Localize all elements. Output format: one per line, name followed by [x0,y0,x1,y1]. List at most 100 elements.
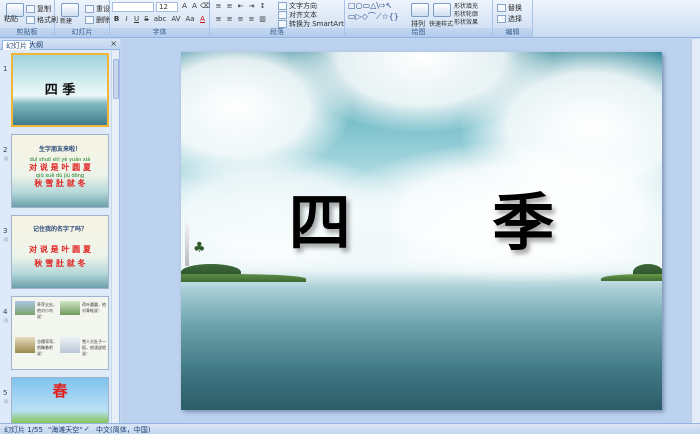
slide-editor: ♣ 四 季 [121,39,700,423]
slide-thumbnail-3[interactable]: 记住我的名字了吗？ 对 说 是 叶 圆 夏 秋 雪 肚 就 冬 [11,215,109,289]
slide-number: 3 [3,227,8,235]
quick-styles-icon[interactable] [433,3,451,17]
slide-number: 4 [3,308,8,316]
slide-thumbnail-1[interactable]: 四 季 [11,53,109,127]
spellcheck-icon[interactable]: ✓ [84,425,90,433]
slides-pane: 幻灯片 大纲 × 1 四 季 2 ☼ 生字朋友来啦！ duì shuō shì … [0,39,120,423]
slide-counter: 幻灯片 1/55 [4,426,43,434]
animation-icon: ☼ [3,236,10,244]
font-size-select[interactable]: 12 [156,2,178,12]
align-text-icon [278,11,287,19]
thumbnail-caption: 草芽尖尖，他对小鸟说： [37,302,57,319]
shapes-gallery[interactable]: □○▭△\⇨↖ [348,1,392,10]
scroll-thumb[interactable] [113,59,119,99]
editor-scrollbar[interactable] [691,39,700,423]
select-button[interactable]: 选择 [497,14,522,24]
slides-group-label: 幻灯片 [55,28,109,37]
quick-styles-button[interactable]: 快速样式 [429,19,453,28]
shapes-gallery-row2[interactable]: ▭▷◇⌒⟋☆{} [348,11,399,22]
reset-button[interactable]: 重设 [85,4,110,14]
thumbnail-title: 春 [52,382,68,400]
thumbnail-picture [15,301,35,315]
text-direction-icon [278,2,287,10]
shrink-font-icon[interactable]: A [190,2,199,11]
slide-thumbnail-5[interactable]: 春 [11,377,109,423]
align-center-icon[interactable]: ≡ [225,15,234,24]
arrange-icon[interactable] [411,3,429,17]
slide-title[interactable]: 四 季 [181,172,662,262]
close-icon[interactable]: × [110,39,117,48]
thumbnail-scrollbar[interactable] [111,51,119,423]
slide-thumbnail-4[interactable]: 草芽尖尖，他对小鸟说： 荷叶圆圆，他对青蛙说： 谷穗弯弯，他鞠着躬说： 雪人大肚… [11,296,109,370]
slides-group: 新建 重设 删除 幻灯片 [55,0,110,38]
editing-group-label: 编辑 [493,28,532,37]
new-slide-button[interactable]: 新建 [60,16,72,25]
ribbon: 粘贴 复制 格式刷 剪贴板 新建 重设 删除 幻灯片 12 A A ⌫ B I … [0,0,700,38]
char-spacing-button[interactable]: AV [170,15,182,24]
theme-name: "海滩天空" [48,426,83,434]
hanzi-row-1: 对 说 是 叶 圆 夏 [29,162,91,172]
slide-number: 2 [3,146,8,154]
justify-icon[interactable]: ≡ [247,15,256,24]
slide-number: 1 [3,65,8,73]
replace-button[interactable]: 替换 [497,3,522,13]
strikethrough-button[interactable]: S [142,15,151,24]
shore-right [601,274,662,281]
slide-canvas[interactable]: ♣ 四 季 [181,52,662,410]
drawing-group: □○▭△\⇨↖ ▭▷◇⌒⟋☆{} 排列 快速样式 形状填充 形状轮廓 形状效果 … [345,0,493,38]
thumbnail-picture [15,337,35,353]
paragraph-group-label: 段落 [210,28,344,37]
grow-font-icon[interactable]: A [180,2,189,11]
clipboard-group: 粘贴 复制 格式刷 剪贴板 [0,0,58,38]
paragraph-group: ≡ ≡ ⇤ ⇥ ↕ ≡ ≡ ≡ ≡ ▥ 文字方向 对齐文本 转换为 SmartA… [210,0,345,38]
indent-icon[interactable]: ⇥ [247,2,256,11]
change-case-button[interactable]: Aa [184,15,196,24]
shape-effects-button[interactable]: 形状效果 [454,17,478,26]
animation-icon: ☼ [3,155,10,163]
new-slide-icon[interactable] [61,3,79,17]
bullets-icon[interactable]: ≡ [214,2,223,11]
hanzi-row-2: 秋 雪 肚 就 冬 [34,258,86,268]
tab-outline[interactable]: 大纲 [26,40,46,50]
delete-icon [85,16,94,24]
status-bar: 幻灯片 1/55 "海滩天空" ✓ 中文(简体，中国) [0,423,700,434]
thumbnail-picture [60,337,80,353]
hanzi-row-2: 秋 雪 肚 就 冬 [34,178,86,188]
copy-icon [26,5,35,13]
brush-icon [26,16,35,24]
thumbnail-caption: 荷叶圆圆，他对青蛙说： [82,302,106,313]
language-indicator[interactable]: 中文(简体，中国) [96,425,150,434]
shadow-button[interactable]: abc [153,15,167,24]
delete-button[interactable]: 删除 [85,15,110,25]
pane-tabs: 幻灯片 大纲 × [0,39,120,50]
animation-icon: ☼ [3,398,10,406]
paste-button[interactable]: 粘贴 [4,14,18,24]
thumbnail-caption: 谷穗弯弯，他鞠着躬说： [37,339,57,356]
outdent-icon[interactable]: ⇤ [236,2,245,11]
columns-icon[interactable]: ▥ [258,15,267,24]
thumbnail-picture [60,301,80,315]
shore-left [181,274,306,282]
replace-icon [497,4,506,12]
copy-button[interactable]: 复制 [26,4,51,14]
thumbnail-list: 1 四 季 2 ☼ 生字朋友来啦！ duì shuō shì yè yuán x… [0,51,112,423]
slide-thumbnail-2[interactable]: 生字朋友来啦！ duì shuō shì yè yuán xià 对 说 是 叶… [11,134,109,208]
font-group: 12 A A ⌫ B I U S abc AV Aa A 字体 [110,0,210,38]
reset-icon [85,5,94,13]
underline-button[interactable]: U [132,15,141,24]
line-spacing-icon[interactable]: ↕ [258,2,267,11]
thumbnail-caption: 雪人大肚子一挺，他顽皮地说： [82,339,106,356]
align-right-icon[interactable]: ≡ [236,15,245,24]
font-name-select[interactable] [112,2,154,12]
smartart-icon [278,20,287,28]
clear-format-icon[interactable]: ⌫ [200,2,210,11]
format-painter-button[interactable]: 格式刷 [26,15,58,25]
numbering-icon[interactable]: ≡ [225,2,234,11]
font-group-label: 字体 [110,28,209,37]
italic-button[interactable]: I [122,15,131,24]
thumbnail-title: 生字朋友来啦！ [38,146,81,153]
align-left-icon[interactable]: ≡ [214,15,223,24]
font-color-button[interactable]: A [198,15,207,24]
drawing-group-label: 绘图 [345,28,492,37]
bold-button[interactable]: B [112,15,121,24]
